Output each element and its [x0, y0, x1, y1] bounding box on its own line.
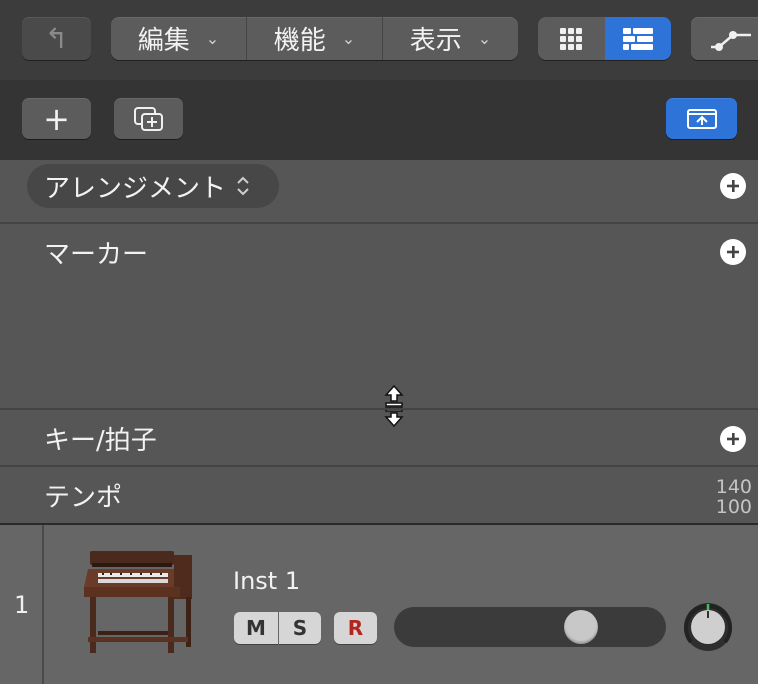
organ-instrument-icon: [84, 551, 192, 653]
back-arrow-icon: ↰: [44, 22, 69, 55]
tracks-icon: [622, 27, 653, 50]
back-to-parent-button[interactable]: ↰: [22, 17, 91, 60]
automation-button[interactable]: [691, 17, 758, 60]
view-mode-toggle: [538, 17, 671, 60]
global-tracks-icon: [686, 108, 717, 129]
automation-curve-icon: [711, 30, 751, 51]
chevron-down-icon: ⌄: [205, 29, 220, 48]
solo-button[interactable]: S: [279, 612, 321, 644]
add-arrangement-button[interactable]: [720, 173, 746, 199]
control-bar: ↰ 編集 ⌄ 機能 ⌄ 表示 ⌄: [0, 0, 758, 80]
tempo-label: テンポ: [44, 483, 123, 513]
plus-icon: +: [43, 99, 70, 138]
arrangement-track: アレンジメント: [0, 160, 758, 222]
track-header-toolbar: +: [0, 80, 758, 160]
global-tracks-button[interactable]: [666, 98, 737, 139]
plus-icon: [727, 246, 739, 258]
volume-slider[interactable]: [394, 607, 666, 647]
pan-knob[interactable]: [682, 601, 734, 653]
volume-slider-knob[interactable]: [564, 610, 599, 644]
plus-icon: [727, 180, 739, 192]
tempo-range: 140 100: [716, 477, 752, 517]
tempo-max-value: 140: [715, 476, 752, 498]
signature-label: キー/拍子: [44, 426, 157, 456]
add-marker-button[interactable]: [720, 239, 746, 265]
grid-icon: [560, 27, 583, 50]
functions-menu[interactable]: 機能 ⌄: [247, 17, 383, 60]
arrangement-selector[interactable]: アレンジメント: [27, 164, 279, 208]
view-menu[interactable]: 表示 ⌄: [383, 17, 518, 60]
local-menu-bar: 編集 ⌄ 機能 ⌄ 表示 ⌄: [111, 17, 518, 60]
grid-view-button[interactable]: [538, 17, 605, 60]
tracks-view-button[interactable]: [604, 17, 671, 60]
marker-track: マーカー: [0, 222, 758, 428]
arrangement-label: アレンジメント: [44, 173, 227, 204]
marker-label: マーカー: [44, 240, 149, 270]
global-tracks-area: アレンジメント マーカー キー/拍子 テンポ 140 100: [0, 160, 758, 523]
mute-button[interactable]: M: [234, 612, 278, 644]
tempo-track: テンポ 140 100: [0, 465, 758, 523]
add-signature-button[interactable]: [720, 426, 746, 452]
duplicate-track-button[interactable]: [114, 98, 183, 139]
record-enable-button[interactable]: R: [334, 612, 377, 644]
track-number-column: 1: [0, 525, 44, 684]
track-name: Inst 1: [233, 567, 301, 595]
tempo-min-value: 100: [715, 496, 752, 518]
duplicate-icon: [133, 106, 163, 131]
chevron-down-icon: ⌄: [477, 29, 492, 48]
edit-menu[interactable]: 編集 ⌄: [111, 17, 247, 60]
chevron-down-icon: ⌄: [341, 29, 356, 48]
track-number: 1: [14, 591, 30, 619]
signature-track: キー/拍子: [0, 408, 758, 465]
add-track-button[interactable]: +: [22, 98, 91, 139]
plus-icon: [727, 433, 739, 445]
track-header[interactable]: 1 Inst 1 M S R: [0, 523, 758, 684]
stepper-icon: [237, 176, 249, 196]
